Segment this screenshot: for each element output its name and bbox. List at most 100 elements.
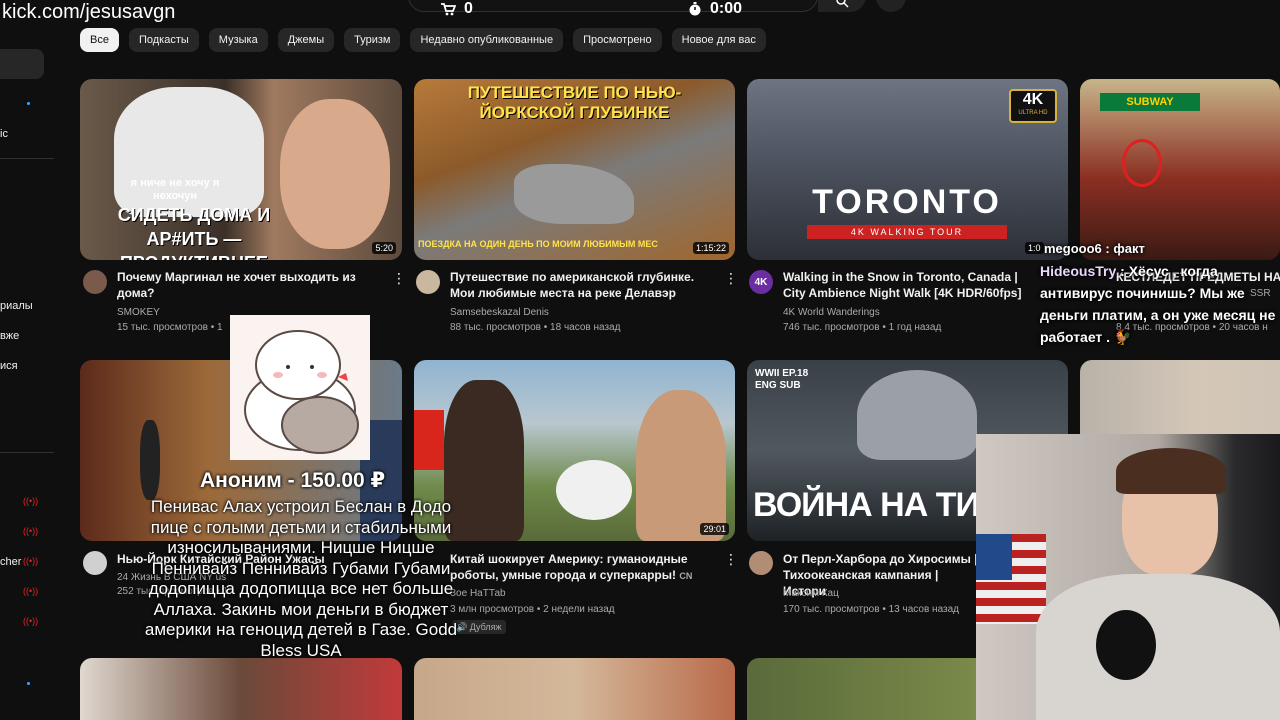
chip-music[interactable]: Музыка (208, 28, 268, 52)
china-flag (414, 410, 444, 470)
video-thumbnail[interactable]: SUBWAY (1080, 79, 1280, 260)
channel-name[interactable]: Максим Кац (783, 588, 839, 599)
video-thumbnail[interactable] (747, 658, 976, 720)
timer-value: 0:00 (710, 0, 743, 17)
live-icon: ((•)) (23, 526, 39, 536)
avatar[interactable] (416, 270, 440, 294)
cart-icon (441, 3, 456, 16)
chip-all[interactable]: Все (80, 28, 119, 52)
road (514, 164, 634, 224)
chip-watched[interactable]: Просмотрено (573, 28, 662, 52)
thumb-headline-wrap: ПУТЕШЕСТВИЕ ПО НЬЮ-ЙОРКСКОЙ ГЛУБИНКЕ (414, 79, 735, 129)
4k-badge-sub: ULTRA HD (1018, 110, 1048, 116)
video-title[interactable]: Китай шокирует Америку: гуманоидные робо… (450, 551, 720, 584)
dub-label: Дубляж (469, 622, 502, 632)
streamer-hair (1116, 448, 1226, 494)
4k-badge-text: 4K (1022, 91, 1044, 108)
sidebar-item-channel[interactable]: cher (0, 556, 21, 568)
video-title-text: Китай шокирует Америку: гуманоидные робо… (450, 552, 688, 582)
live-icon: ((•)) (23, 616, 39, 626)
chat-message: HideousTry : Хёсус , когда антивирус поч… (1040, 260, 1280, 348)
sidebar-notification-dot (27, 102, 30, 105)
sidebar-item-music[interactable]: ic (0, 128, 8, 140)
chat-text: megooo6 : факт (1044, 241, 1145, 256)
sidebar: ic риалы вже ися ((•)) ((•)) cher ((•)) … (0, 22, 60, 720)
avatar[interactable] (83, 551, 107, 575)
video-meta: 88 тыс. просмотров • 18 часов назад (450, 322, 621, 333)
more-options-icon[interactable]: ⋮ (392, 270, 406, 287)
video-meta: 746 тыс. просмотров • 1 год назад (783, 322, 942, 333)
chip-new-for-you[interactable]: Новое для вас (671, 28, 766, 52)
video-thumbnail[interactable] (414, 658, 735, 720)
chip-jams[interactable]: Джемы (277, 28, 335, 52)
mushroom-cloud (857, 370, 977, 460)
person-right (636, 390, 726, 541)
stream-url: kick.com/jesusavgn (2, 1, 176, 23)
chip-tourism[interactable]: Туризм (344, 28, 401, 52)
thumb-caption: я ниче не хочу я нехочун (130, 177, 220, 202)
video-meta: 3 млн просмотров • 2 недели назад (450, 604, 615, 615)
donation-name: Аноним - 150.00 ₽ (200, 469, 386, 492)
thumb-headline: СИДЕТЬ ДОМА И АР#ИТЬ — ПРОДУКТИВНЕЕ (117, 205, 271, 260)
channel-name[interactable]: SMOKEY (117, 307, 160, 318)
pod-vehicle (556, 460, 632, 520)
sidebar-divider (0, 158, 54, 159)
timer: 0:00 (688, 0, 742, 18)
video-thumbnail[interactable]: 4K ULTRA HD TORONTO 4K WALKING TOUR 1:0 (747, 79, 1068, 260)
duration-badge: 5:20 (372, 242, 396, 254)
video-thumbnail[interactable]: ПУТЕШЕСТВИЕ ПО НЬЮ-ЙОРКСКОЙ ГЛУБИНКЕ ПОЕ… (414, 79, 735, 260)
more-options-icon[interactable]: ⋮ (724, 270, 738, 287)
live-icon: ((•)) (23, 496, 39, 506)
thumb-caption: ПОЕЗДКА НА ОДИН ДЕНЬ ПО МОИМ ЛЮБИМЫМ МЕС (418, 239, 658, 249)
avatar[interactable]: 4K (749, 270, 773, 294)
cat-sticker-icon (244, 330, 359, 454)
cart-count: 0 (464, 0, 473, 17)
microphone (1096, 610, 1156, 680)
duration-badge: 1:15:22 (692, 242, 729, 254)
video-title[interactable]: Walking in the Snow in Toronto, Canada |… (783, 269, 1038, 301)
pedestrian (140, 420, 160, 500)
sidebar-item-liked[interactable]: ися (0, 360, 18, 372)
webcam-overlay (976, 434, 1280, 720)
live-icon: ((•)) (23, 556, 39, 566)
sidebar-item-later[interactable]: вже (0, 330, 19, 342)
thumb-headline: TORONTO (812, 183, 1002, 221)
sidebar-divider (0, 452, 54, 453)
mic-button[interactable] (876, 0, 906, 12)
live-icon: ((•)) (23, 586, 39, 596)
search-button[interactable] (818, 0, 866, 12)
avatar[interactable] (83, 270, 107, 294)
video-meta: 15 тыс. просмотров • 1 (117, 322, 223, 333)
chip-recently-uploaded[interactable]: Недавно опубликованные (410, 28, 564, 52)
streamer-hoodie (1036, 574, 1280, 720)
usa-flag-canton (976, 534, 1012, 580)
thumb-headline: ПУТЕШЕСТВИЕ ПО НЬЮ-ЙОРКСКОЙ ГЛУБИНКЕ (467, 83, 682, 122)
channel-name[interactable]: Samsebeskazal Denis (450, 307, 549, 318)
episode-label: WWII EP.18 (755, 368, 809, 379)
sub-label: ENG SUB (755, 380, 801, 391)
donation-sticker (230, 315, 370, 460)
video-title[interactable]: Путешествие по американской глубинке. Мо… (450, 269, 720, 301)
cart-counter: 0 (440, 0, 473, 18)
stopwatch-icon (689, 2, 701, 16)
4k-badge: 4K ULTRA HD (1009, 89, 1057, 123)
sidebar-item-home[interactable] (0, 49, 44, 79)
chat-username: HideousTry (1040, 263, 1117, 279)
video-thumbnail[interactable] (1080, 360, 1280, 440)
search-icon (836, 0, 849, 8)
video-title[interactable]: Почему Маргинал не хочет выходить из дом… (117, 269, 377, 301)
chip-podcasts[interactable]: Подкасты (128, 28, 199, 52)
video-thumbnail[interactable] (80, 658, 402, 720)
avatar[interactable] (749, 551, 773, 575)
video-thumbnail[interactable]: я ниче не хочу я нехочун СИДЕТЬ ДОМА И А… (80, 79, 402, 260)
thumb-headline: SUBWAY (1100, 93, 1200, 111)
sidebar-item-tutorials[interactable]: риалы (0, 300, 33, 312)
highlight-circle (1122, 139, 1162, 187)
top-bar: kick.com/jesusavgn 0 0:00 (0, 0, 1280, 23)
filter-chips: Все Подкасты Музыка Джемы Туризм Недавно… (80, 28, 766, 52)
channel-name[interactable]: 4K World Wanderings (783, 307, 880, 318)
donation-message: Пенивас Алах устроил Беслан в Додо пице … (144, 497, 458, 660)
sidebar-notification-dot (27, 682, 30, 685)
more-options-icon[interactable]: ⋮ (724, 551, 738, 568)
chat-message: megooo6 : факт (1040, 238, 1280, 260)
